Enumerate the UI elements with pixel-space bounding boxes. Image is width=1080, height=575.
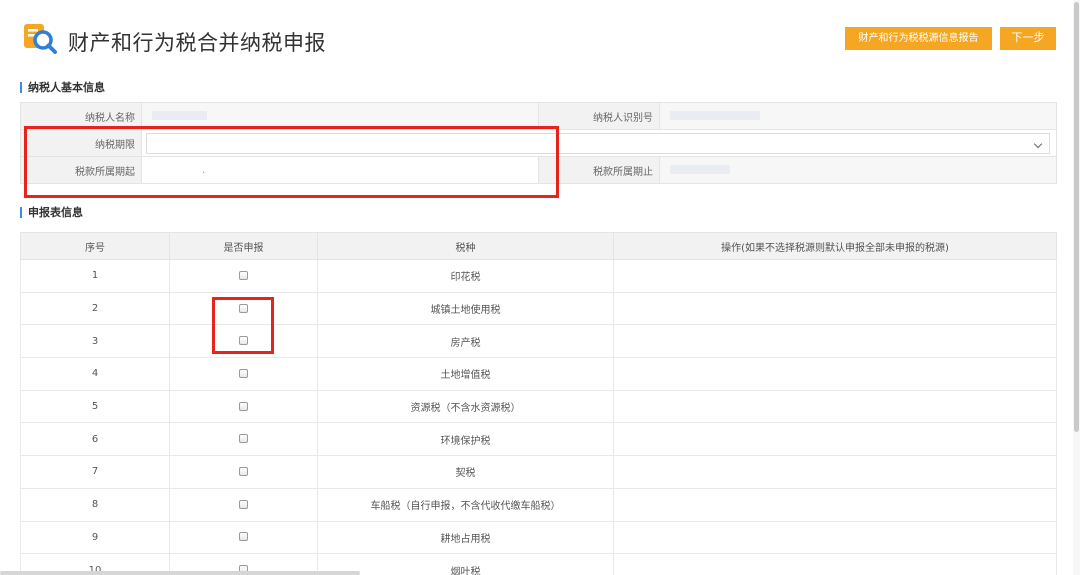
- table-row: 1 印花税: [20, 259, 1057, 293]
- declare-checkbox-cell: [169, 422, 318, 457]
- declare-checkbox-cell: [169, 259, 318, 293]
- declare-checkbox-cell: [169, 291, 318, 326]
- declare-checkbox[interactable]: [239, 466, 248, 476]
- table-header-row: 序号 是否申报 税种 操作(如果不选择税源则默认申报全部未申报的税源): [20, 232, 1057, 260]
- tax-type-name: 烟叶税: [317, 553, 614, 575]
- tax-period-label: 纳税期限: [20, 129, 142, 157]
- operation-cell[interactable]: [613, 487, 1057, 522]
- horizontal-scrollbar[interactable]: [0, 571, 360, 575]
- tax-type-name: 契税: [317, 455, 614, 489]
- declare-checkbox-cell: [169, 520, 318, 555]
- table-row: 2 城镇土地使用税: [20, 291, 1057, 326]
- chevron-down-icon: [1033, 139, 1043, 149]
- tax-type-name: 资源税（不含水资源税）: [317, 389, 614, 424]
- period-end-label: 税款所属期止: [538, 156, 660, 184]
- taxpayer-id-value: [659, 102, 1057, 130]
- declaration-section-title: 申报表信息: [20, 207, 83, 218]
- row-number: 9: [20, 520, 170, 555]
- operation-cell[interactable]: [613, 324, 1057, 359]
- column-header-tax-type: 税种: [317, 232, 614, 260]
- declare-checkbox[interactable]: [239, 401, 248, 411]
- tax-type-name: 环境保护税: [317, 422, 614, 457]
- declare-checkbox[interactable]: [239, 368, 248, 378]
- info-row-taxpayer: 纳税人名称 纳税人识别号: [20, 102, 1057, 130]
- declare-checkbox[interactable]: [239, 336, 248, 346]
- column-header-declare: 是否申报: [169, 232, 318, 260]
- column-header-operation: 操作(如果不选择税源则默认申报全部未申报的税源): [613, 232, 1057, 260]
- period-start-value: .: [202, 164, 206, 176]
- taxpayer-id-label: 纳税人识别号: [538, 102, 660, 130]
- operation-cell[interactable]: [613, 455, 1057, 489]
- vertical-scrollbar[interactable]: [1073, 0, 1080, 575]
- column-header-no: 序号: [20, 232, 170, 260]
- period-end-value: [659, 156, 1057, 184]
- table-row: 5 资源税（不含水资源税）: [20, 389, 1057, 424]
- tax-period-cell: [141, 129, 1057, 157]
- declare-checkbox[interactable]: [239, 499, 248, 509]
- declare-checkbox[interactable]: [239, 434, 248, 444]
- info-row-period: 纳税期限: [20, 129, 1057, 157]
- operation-cell[interactable]: [613, 259, 1057, 293]
- row-number: 1: [20, 259, 170, 293]
- info-row-dates: 税款所属期起 . 税款所属期止: [20, 156, 1057, 184]
- scrollbar-thumb[interactable]: [1074, 2, 1079, 432]
- declare-checkbox-cell: [169, 389, 318, 424]
- declare-checkbox-cell: [169, 357, 318, 391]
- row-number: 5: [20, 389, 170, 424]
- row-number: 4: [20, 357, 170, 391]
- table-row: 8 车船税（自行申报，不含代收代缴车船税）: [20, 487, 1057, 522]
- operation-cell[interactable]: [613, 389, 1057, 424]
- tax-type-name: 车船税（自行申报，不含代收代缴车船税）: [317, 487, 614, 522]
- operation-cell[interactable]: [613, 520, 1057, 555]
- row-number: 3: [20, 324, 170, 359]
- next-step-button[interactable]: 下一步: [1000, 27, 1056, 50]
- declaration-table-body: 1 印花税 2 城镇土地使用税 3 房产税 4 土地增值税 5 资源税（不含水资源税） 6 环境保护税…: [20, 259, 1057, 575]
- row-number: 6: [20, 422, 170, 457]
- operation-cell[interactable]: [613, 553, 1057, 575]
- tax-type-name: 房产税: [317, 324, 614, 359]
- table-row: 7 契税: [20, 455, 1057, 489]
- declare-checkbox[interactable]: [239, 303, 248, 313]
- row-number: 7: [20, 455, 170, 489]
- tax-source-report-button[interactable]: 财产和行为税税源信息报告: [845, 27, 992, 50]
- declare-checkbox[interactable]: [239, 532, 248, 542]
- tax-type-name: 城镇土地使用税: [317, 291, 614, 326]
- search-document-icon: [24, 24, 57, 54]
- period-start-label: 税款所属期起: [20, 156, 142, 184]
- basic-info-table: 纳税人名称 纳税人识别号 纳税期限 税款所属期起 . 税款所属期止: [20, 102, 1057, 184]
- page-title: 财产和行为税合并纳税申报: [68, 31, 326, 55]
- tax-type-name: 土地增值税: [317, 357, 614, 391]
- declaration-table: 序号 是否申报 税种 操作(如果不选择税源则默认申报全部未申报的税源) 1 印花税…: [20, 232, 1057, 575]
- declare-checkbox-cell: [169, 487, 318, 522]
- operation-cell[interactable]: [613, 357, 1057, 391]
- declare-checkbox-cell: [169, 455, 318, 489]
- taxpayer-name-value: [141, 102, 539, 130]
- table-row: 9 耕地占用税: [20, 520, 1057, 555]
- declare-checkbox[interactable]: [239, 270, 248, 280]
- tax-type-name: 耕地占用税: [317, 520, 614, 555]
- period-start-input[interactable]: .: [141, 156, 539, 184]
- basic-info-section-title: 纳税人基本信息: [20, 82, 105, 93]
- page-header: 财产和行为税合并纳税申报 财产和行为税税源信息报告 下一步: [0, 0, 1080, 78]
- table-row: 4 土地增值税: [20, 357, 1057, 391]
- declare-checkbox-cell: [169, 324, 318, 359]
- row-number: 2: [20, 291, 170, 326]
- taxpayer-name-label: 纳税人名称: [20, 102, 142, 130]
- row-number: 8: [20, 487, 170, 522]
- operation-cell[interactable]: [613, 422, 1057, 457]
- table-row: 3 房产税: [20, 324, 1057, 359]
- table-row: 6 环境保护税: [20, 422, 1057, 457]
- tax-type-name: 印花税: [317, 259, 614, 293]
- tax-period-select[interactable]: [146, 133, 1050, 154]
- operation-cell[interactable]: [613, 291, 1057, 326]
